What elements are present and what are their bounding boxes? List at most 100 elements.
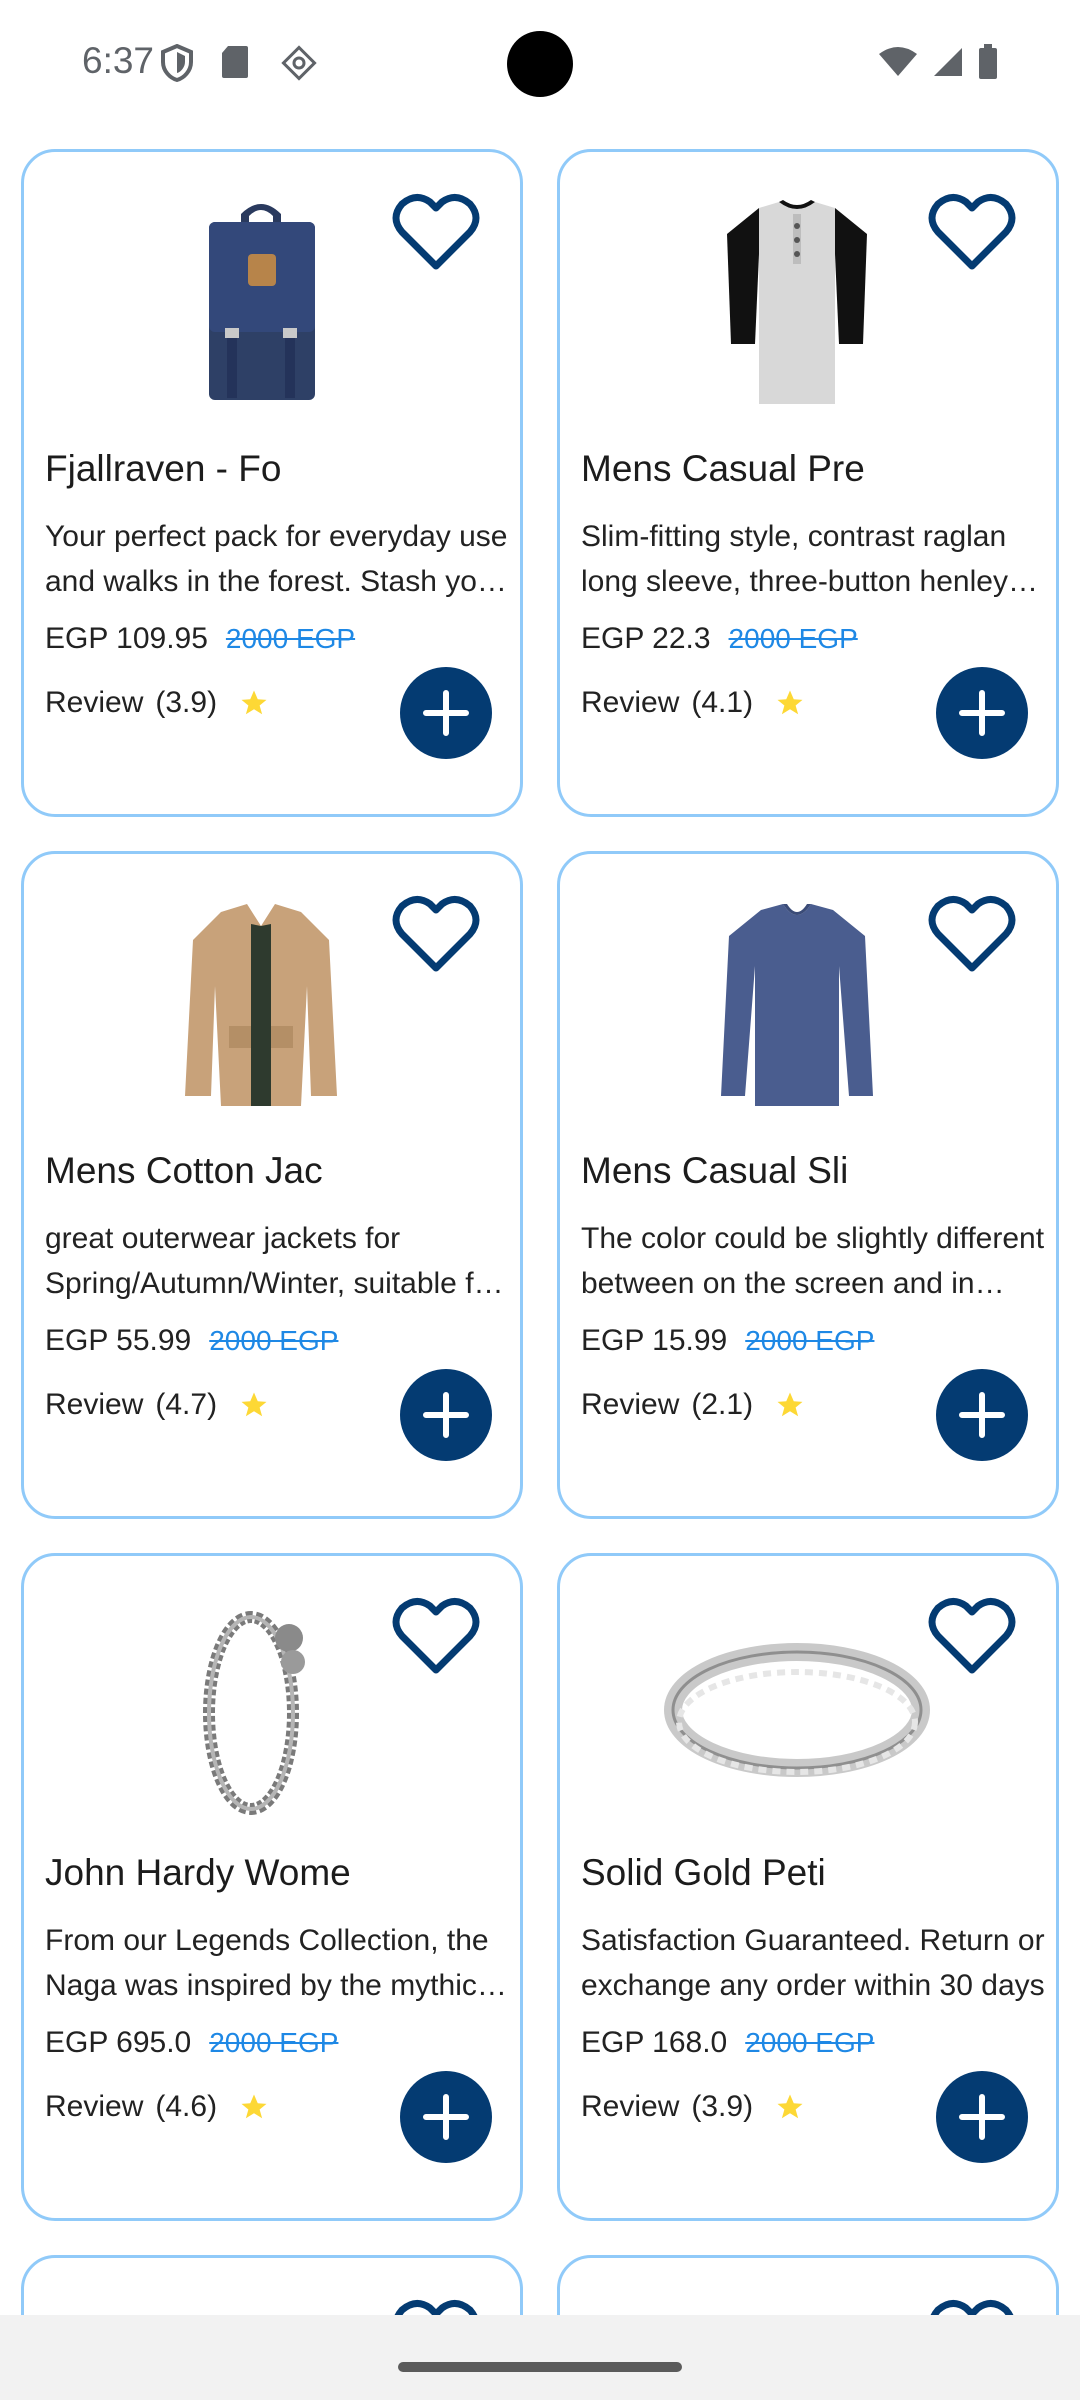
price-row: EGP 55.99 2000 EGP	[45, 1324, 338, 1358]
favorite-button[interactable]	[392, 192, 480, 272]
product-card[interactable]: Mens Casual Pre Slim-fitting style, cont…	[557, 149, 1059, 817]
star-icon	[777, 690, 803, 715]
price-row: EGP 168.0 2000 EGP	[581, 2026, 874, 2060]
star-icon	[777, 2094, 803, 2119]
heart-icon	[394, 2300, 478, 2315]
product-price: EGP 109.95	[45, 622, 208, 655]
review-rating: (3.9)	[691, 2090, 754, 2123]
price-row: EGP 22.3 2000 EGP	[581, 622, 858, 656]
product-price: EGP 695.0	[45, 2026, 192, 2059]
product-card[interactable]: John Hardy Wome From our Legends Collect…	[21, 1553, 523, 2221]
product-grid: Fjallraven - Fo Your perfect pack for ev…	[21, 149, 1059, 2221]
status-bar: 6:37	[0, 0, 1080, 128]
add-to-cart-button[interactable]	[400, 1369, 492, 1461]
heart-icon	[930, 2300, 1014, 2315]
product-old-price: 2000 EGP	[745, 2027, 875, 2058]
status-icons-right	[878, 44, 998, 80]
product-description: Satisfaction Guaranteed. Return or excha…	[581, 1924, 1045, 2002]
plus-icon	[959, 690, 1005, 736]
product-card[interactable]: Mens Casual Sli The color could be sligh…	[557, 851, 1059, 1519]
battery-icon	[979, 44, 997, 79]
heart-icon	[928, 194, 1016, 270]
review-label: Review	[581, 1388, 680, 1421]
app-diamond-icon	[280, 44, 318, 82]
navigation-bar	[0, 2315, 1080, 2400]
bracelet-image	[203, 1611, 305, 1815]
status-time: 6:37	[82, 40, 155, 81]
review-row: Review (4.7)	[45, 1388, 269, 1422]
add-to-cart-button[interactable]	[936, 2071, 1028, 2163]
product-card-partial[interactable]	[557, 2255, 1059, 2315]
ring-image	[664, 1643, 930, 1777]
star-icon	[241, 2094, 267, 2119]
product-description: From our Legends Collection, the Naga wa…	[45, 1924, 501, 2002]
review-label: Review	[45, 1388, 144, 1421]
cell-signal-icon	[934, 48, 962, 76]
review-label: Review	[45, 686, 144, 719]
review-rating: (4.1)	[691, 686, 754, 719]
product-price: EGP 15.99	[581, 1324, 728, 1357]
favorite-button[interactable]	[392, 894, 480, 974]
product-title: Mens Cotton Jac	[45, 1150, 323, 1191]
jacket-image	[185, 904, 337, 1106]
favorite-button[interactable]	[392, 1596, 480, 1676]
product-price: EGP 22.3	[581, 622, 711, 655]
sd-card-icon	[220, 44, 258, 82]
product-card[interactable]: Fjallraven - Fo Your perfect pack for ev…	[21, 149, 523, 817]
product-title: Mens Casual Pre	[581, 448, 865, 489]
product-title: Solid Gold Peti	[581, 1852, 826, 1893]
shield-icon	[160, 43, 198, 83]
review-rating: (3.9)	[155, 686, 218, 719]
price-row: EGP 15.99 2000 EGP	[581, 1324, 874, 1358]
favorite-button[interactable]	[928, 894, 1016, 974]
plus-icon	[959, 1392, 1005, 1438]
favorite-button[interactable]	[928, 1596, 1016, 1676]
next-row-partial	[21, 2255, 1059, 2315]
favorite-button[interactable]	[928, 192, 1016, 272]
plus-icon	[423, 690, 469, 736]
product-description: The color could be slightly different be…	[581, 1222, 1045, 1300]
product-title: Mens Casual Sli	[581, 1150, 849, 1191]
heart-icon	[928, 1598, 1016, 1674]
price-row: EGP 109.95 2000 EGP	[45, 622, 355, 656]
add-to-cart-button[interactable]	[400, 2071, 492, 2163]
heart-icon	[928, 896, 1016, 972]
product-image	[151, 1598, 371, 1818]
add-to-cart-button[interactable]	[400, 667, 492, 759]
plus-icon	[959, 2094, 1005, 2140]
product-old-price: 2000 EGP	[225, 623, 356, 654]
product-image	[687, 896, 907, 1116]
long-sleeve-shirt-image	[721, 904, 873, 1106]
review-rating: (2.1)	[691, 1388, 754, 1421]
product-card[interactable]: Solid Gold Peti Satisfaction Guaranteed.…	[557, 1553, 1059, 2221]
price-row: EGP 695.0 2000 EGP	[45, 2026, 338, 2060]
review-label: Review	[581, 2090, 680, 2123]
product-card-partial[interactable]	[21, 2255, 523, 2315]
camera-cutout	[507, 31, 573, 97]
raglan-shirt-image	[727, 200, 867, 404]
add-to-cart-button[interactable]	[936, 667, 1028, 759]
product-price: EGP 55.99	[45, 1324, 192, 1357]
review-rating: (4.6)	[155, 2090, 218, 2123]
product-title: Fjallraven - Fo	[45, 448, 282, 489]
plus-icon	[423, 1392, 469, 1438]
backpack-image	[209, 204, 315, 400]
star-icon	[241, 690, 267, 715]
review-row: Review (2.1)	[581, 1388, 805, 1422]
product-old-price: 2000 EGP	[728, 623, 858, 654]
product-old-price: 2000 EGP	[209, 1325, 339, 1356]
product-price: EGP 168.0	[581, 2026, 728, 2059]
review-label: Review	[581, 686, 680, 719]
plus-icon	[423, 2094, 469, 2140]
review-row: Review (3.9)	[45, 686, 269, 720]
star-icon	[777, 1392, 803, 1417]
heart-icon	[392, 1598, 480, 1674]
home-indicator[interactable]	[398, 2362, 682, 2372]
add-to-cart-button[interactable]	[936, 1369, 1028, 1461]
product-image	[151, 896, 371, 1116]
product-old-price: 2000 EGP	[745, 1325, 875, 1356]
heart-icon	[392, 896, 480, 972]
product-card[interactable]: Mens Cotton Jac great outerwear jackets …	[21, 851, 523, 1519]
review-rating: (4.7)	[155, 1388, 218, 1421]
review-row: Review (4.1)	[581, 686, 805, 720]
